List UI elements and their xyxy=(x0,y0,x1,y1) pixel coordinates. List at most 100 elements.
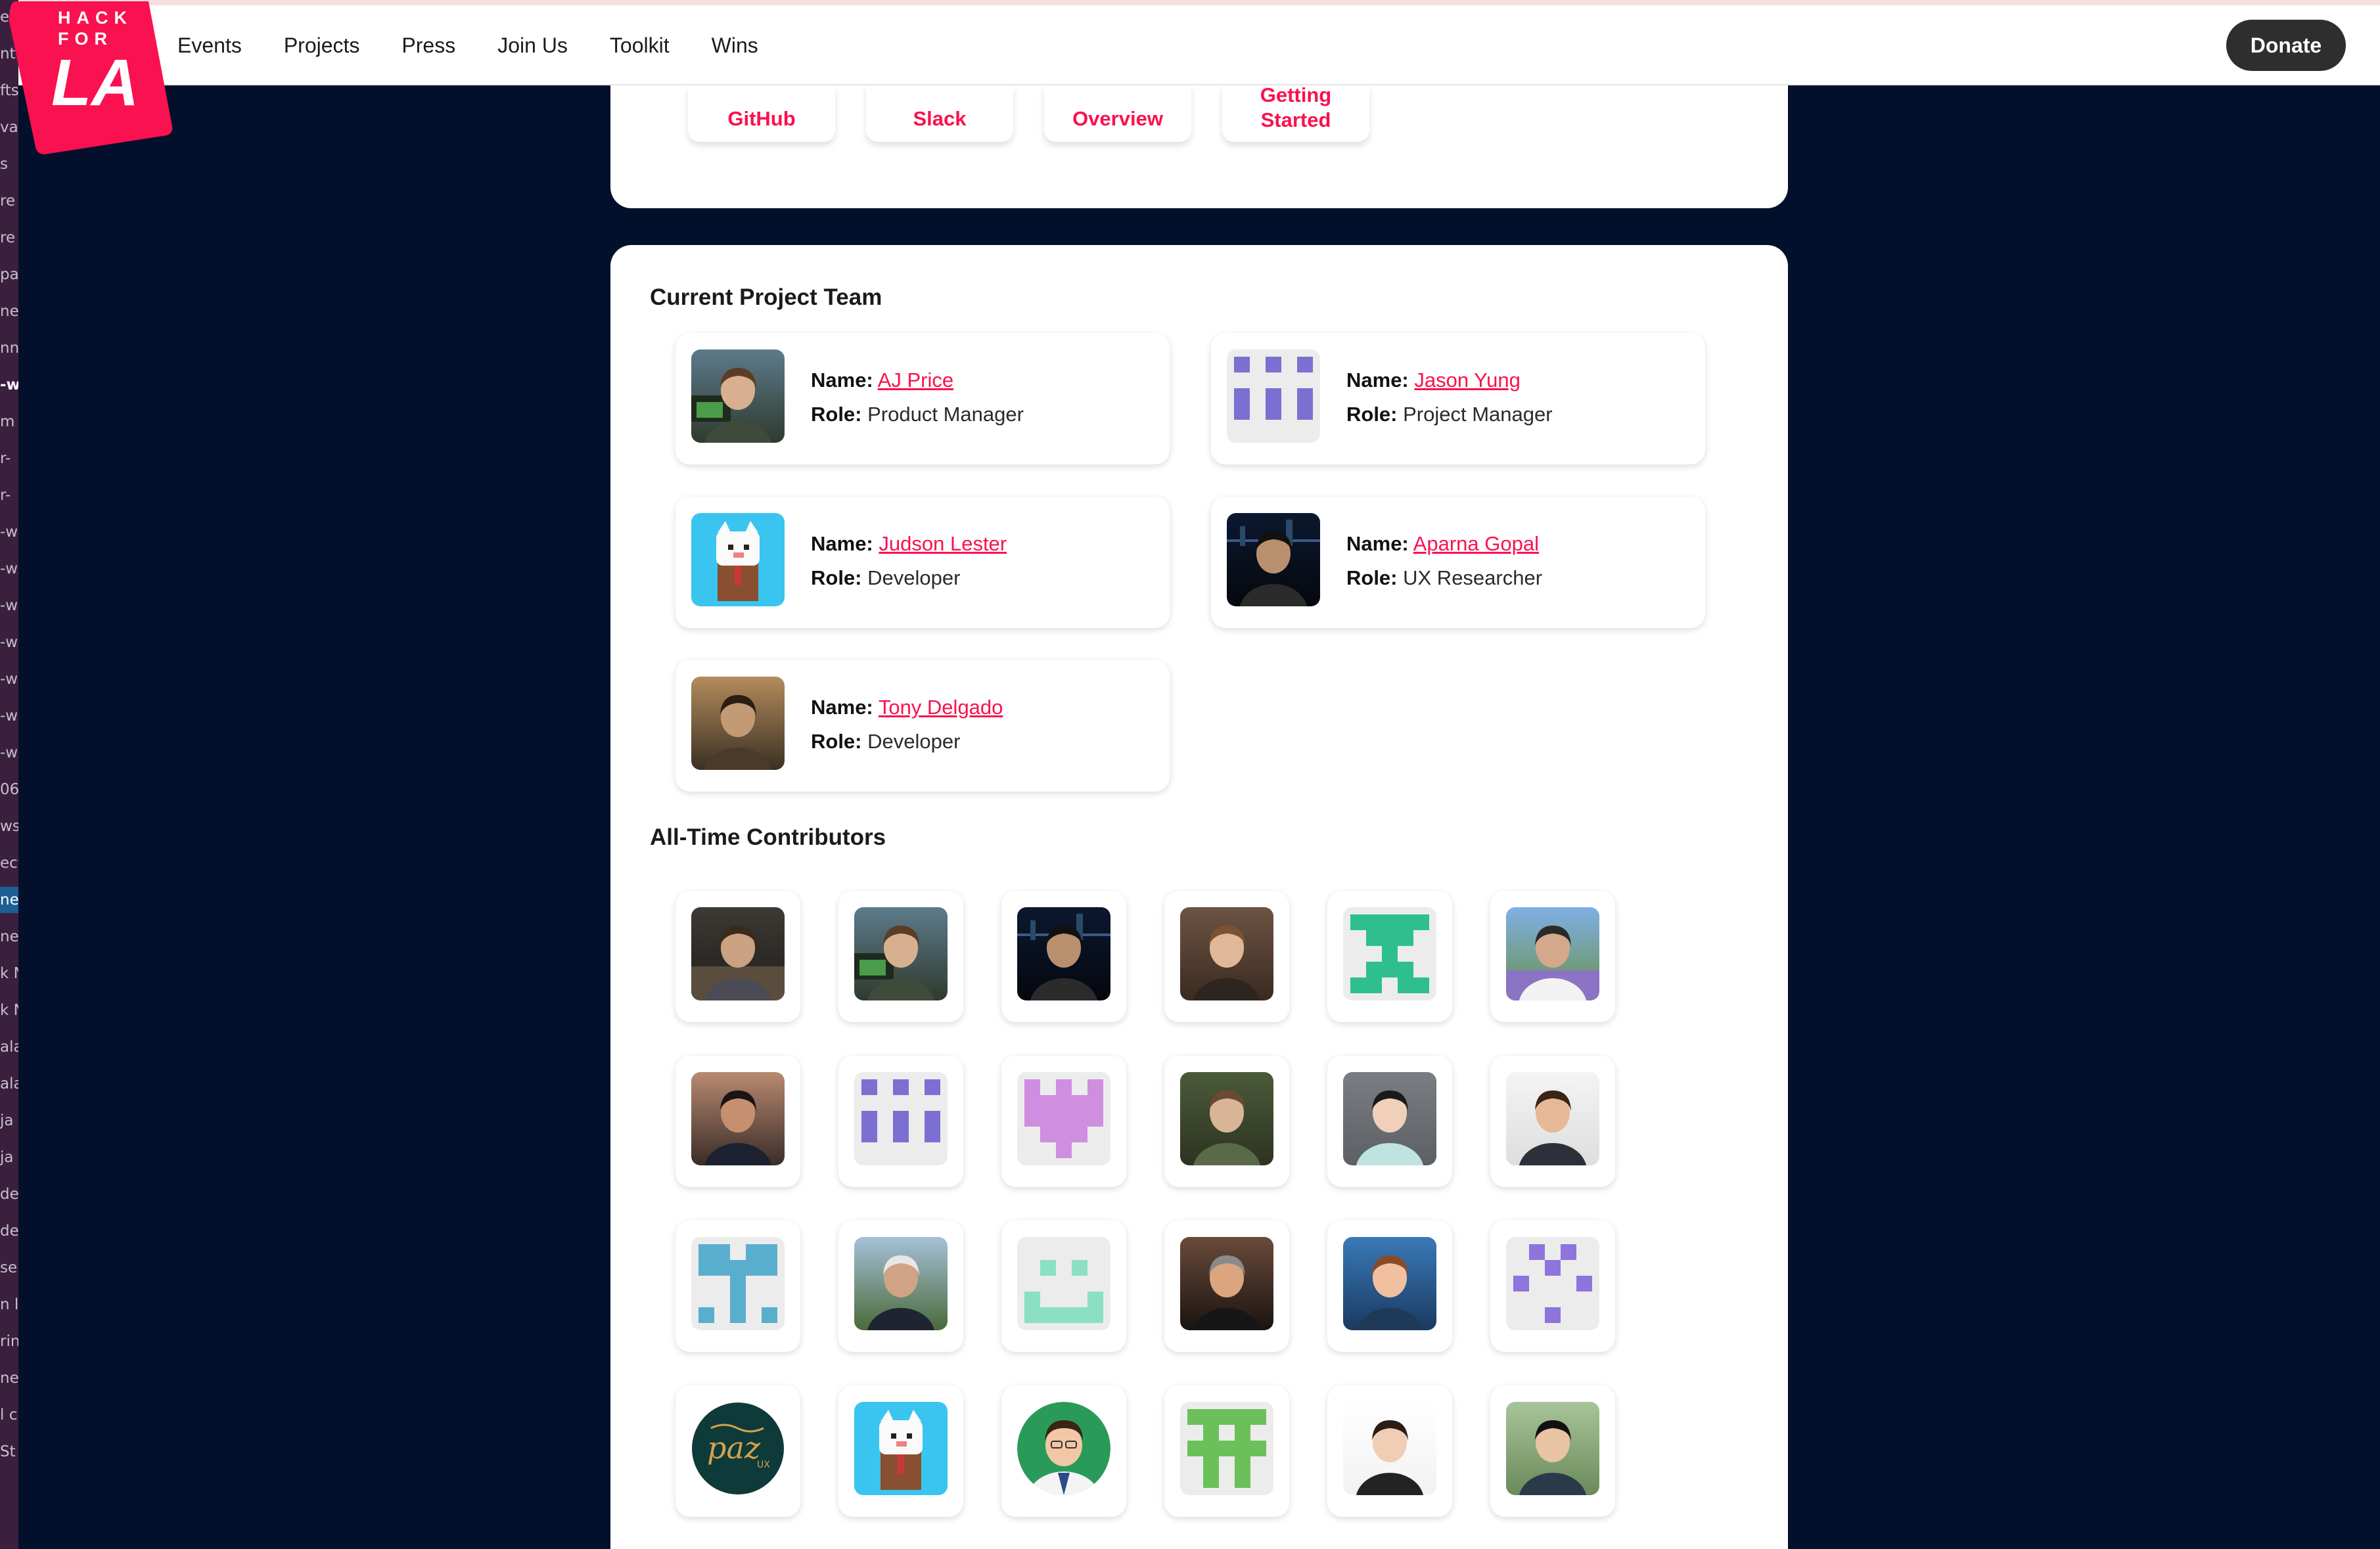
member-info: Name: Judson Lester Role: Developer xyxy=(811,527,1007,595)
contributor-card[interactable] xyxy=(1327,891,1452,1022)
sidebar-fragment: r- xyxy=(0,487,11,504)
editor-sidebar-fragment: ectntiftsvasrerepalnenn-wmr-r--w-w-w-w-w… xyxy=(0,0,18,1549)
contributor-card[interactable] xyxy=(1327,1056,1452,1187)
nav-events[interactable]: Events xyxy=(177,34,242,58)
contributor-card[interactable] xyxy=(838,1056,963,1187)
nav-toolkit[interactable]: Toolkit xyxy=(610,34,670,58)
member-role: Developer xyxy=(867,730,961,753)
sidebar-fragment: -w xyxy=(0,376,18,393)
contributor-card[interactable] xyxy=(1001,891,1126,1022)
contributor-card[interactable] xyxy=(1164,1221,1289,1352)
sidebar-fragment: nn xyxy=(0,340,18,357)
member-name-link[interactable]: AJ Price xyxy=(878,369,953,392)
contributor-card[interactable] xyxy=(1164,1385,1289,1517)
contributor-card[interactable] xyxy=(1490,1385,1615,1517)
current-team-heading: Current Project Team xyxy=(650,284,882,310)
role-label: Role: xyxy=(811,566,862,589)
contributor-card[interactable] xyxy=(838,1385,963,1517)
name-label: Name: xyxy=(811,532,873,555)
sidebar-fragment: l c xyxy=(0,1406,18,1424)
donate-button[interactable]: Donate xyxy=(2226,20,2346,71)
member-name-link[interactable]: Judson Lester xyxy=(879,532,1007,555)
contributor-card[interactable] xyxy=(838,891,963,1022)
sidebar-fragment: de xyxy=(0,1223,18,1240)
site-header: Events Projects Press Join Us Toolkit Wi… xyxy=(18,5,2380,85)
sidebar-fragment: ne xyxy=(0,928,18,945)
sidebar-fragment: re xyxy=(0,192,16,210)
contributor-card[interactable] xyxy=(1327,1221,1452,1352)
team-member-card: Name: Judson Lester Role: Developer xyxy=(675,497,1170,628)
contributor-avatar xyxy=(854,1237,948,1330)
sidebar-fragment: -w xyxy=(0,744,18,761)
sidebar-fragment: m xyxy=(0,413,15,430)
name-label: Name: xyxy=(811,696,873,719)
contributor-card[interactable] xyxy=(1490,1221,1615,1352)
nav-press[interactable]: Press xyxy=(401,34,455,58)
sidebar-fragment: k N xyxy=(0,1002,18,1019)
sidebar-fragment: -w xyxy=(0,524,18,541)
sidebar-fragment: -w xyxy=(0,707,18,725)
contributor-avatar xyxy=(1343,1237,1436,1330)
contributor-avatar xyxy=(1017,907,1110,1000)
contributor-card[interactable] xyxy=(1164,1056,1289,1187)
contributor-card[interactable] xyxy=(675,891,800,1022)
overview-link-button[interactable]: Overview xyxy=(1044,85,1191,142)
contributor-avatar xyxy=(1180,1402,1273,1495)
member-info: Name: Aparna Gopal Role: UX Researcher xyxy=(1346,527,1542,595)
contributor-card[interactable] xyxy=(1001,1221,1126,1352)
hack-for-la-logo[interactable]: HACK FOR LA xyxy=(9,1,173,156)
sidebar-fragment: ja xyxy=(0,1149,14,1166)
contributor-card[interactable] xyxy=(1164,891,1289,1022)
contributor-avatar xyxy=(691,1237,785,1330)
contributor-avatar xyxy=(1343,907,1436,1000)
sidebar-fragment: ala xyxy=(0,1039,18,1056)
sidebar-fragment: ect xyxy=(0,855,18,872)
contributor-avatar xyxy=(1180,1237,1273,1330)
project-team-card: Current Project Team Name: AJ Price Role… xyxy=(610,245,1788,1549)
github-link-button[interactable]: GitHub xyxy=(688,85,835,142)
member-avatar xyxy=(1227,349,1320,443)
contributor-avatar xyxy=(1506,1072,1599,1165)
contributor-card[interactable] xyxy=(1490,1056,1615,1187)
contributor-avatar xyxy=(1506,1402,1599,1495)
logo-text-la: LA xyxy=(51,46,139,120)
sidebar-fragment: 06 xyxy=(0,781,18,798)
contributor-card[interactable]: paz UX xyxy=(675,1385,800,1517)
contributor-avatar xyxy=(1017,1402,1110,1495)
sidebar-fragment: de xyxy=(0,1186,18,1203)
member-name-link[interactable]: Tony Delgado xyxy=(879,696,1003,719)
member-name-link[interactable]: Jason Yung xyxy=(1414,369,1520,392)
contributor-avatar xyxy=(1180,907,1273,1000)
name-label: Name: xyxy=(811,369,873,392)
contributor-avatar xyxy=(691,1072,785,1165)
logo-text-hack: HACK xyxy=(58,8,133,28)
contributor-card[interactable] xyxy=(675,1056,800,1187)
member-name-link[interactable]: Aparna Gopal xyxy=(1413,532,1539,555)
contributor-card[interactable] xyxy=(675,1221,800,1352)
member-avatar xyxy=(691,513,785,606)
contributor-avatar xyxy=(1180,1072,1273,1165)
slack-link-button[interactable]: Slack xyxy=(866,85,1013,142)
contributor-card[interactable] xyxy=(1001,1056,1126,1187)
team-member-card: Name: Tony Delgado Role: Developer xyxy=(675,660,1170,792)
name-label: Name: xyxy=(1346,369,1409,392)
sidebar-fragment: pal xyxy=(0,266,18,283)
nav-projects[interactable]: Projects xyxy=(284,34,360,58)
contributor-avatar xyxy=(1506,1237,1599,1330)
role-label: Role: xyxy=(1346,403,1398,426)
member-avatar xyxy=(691,349,785,443)
nav-join-us[interactable]: Join Us xyxy=(497,34,568,58)
contributor-card[interactable] xyxy=(1327,1385,1452,1517)
sidebar-fragment: -w xyxy=(0,597,18,614)
team-member-card: Name: AJ Price Role: Product Manager xyxy=(675,333,1170,464)
team-member-card: Name: Jason Yung Role: Project Manager xyxy=(1211,333,1705,464)
contributor-card[interactable] xyxy=(1001,1385,1126,1517)
member-role: UX Researcher xyxy=(1403,566,1543,589)
sidebar-fragment: ws xyxy=(0,818,18,835)
sidebar-fragment: n l xyxy=(0,1296,18,1313)
contributor-card[interactable] xyxy=(838,1221,963,1352)
contributor-card[interactable] xyxy=(1490,891,1615,1022)
nav-wins[interactable]: Wins xyxy=(712,34,758,58)
getting-started-link-button[interactable]: Getting Started xyxy=(1222,85,1369,142)
contributor-avatar xyxy=(691,907,785,1000)
